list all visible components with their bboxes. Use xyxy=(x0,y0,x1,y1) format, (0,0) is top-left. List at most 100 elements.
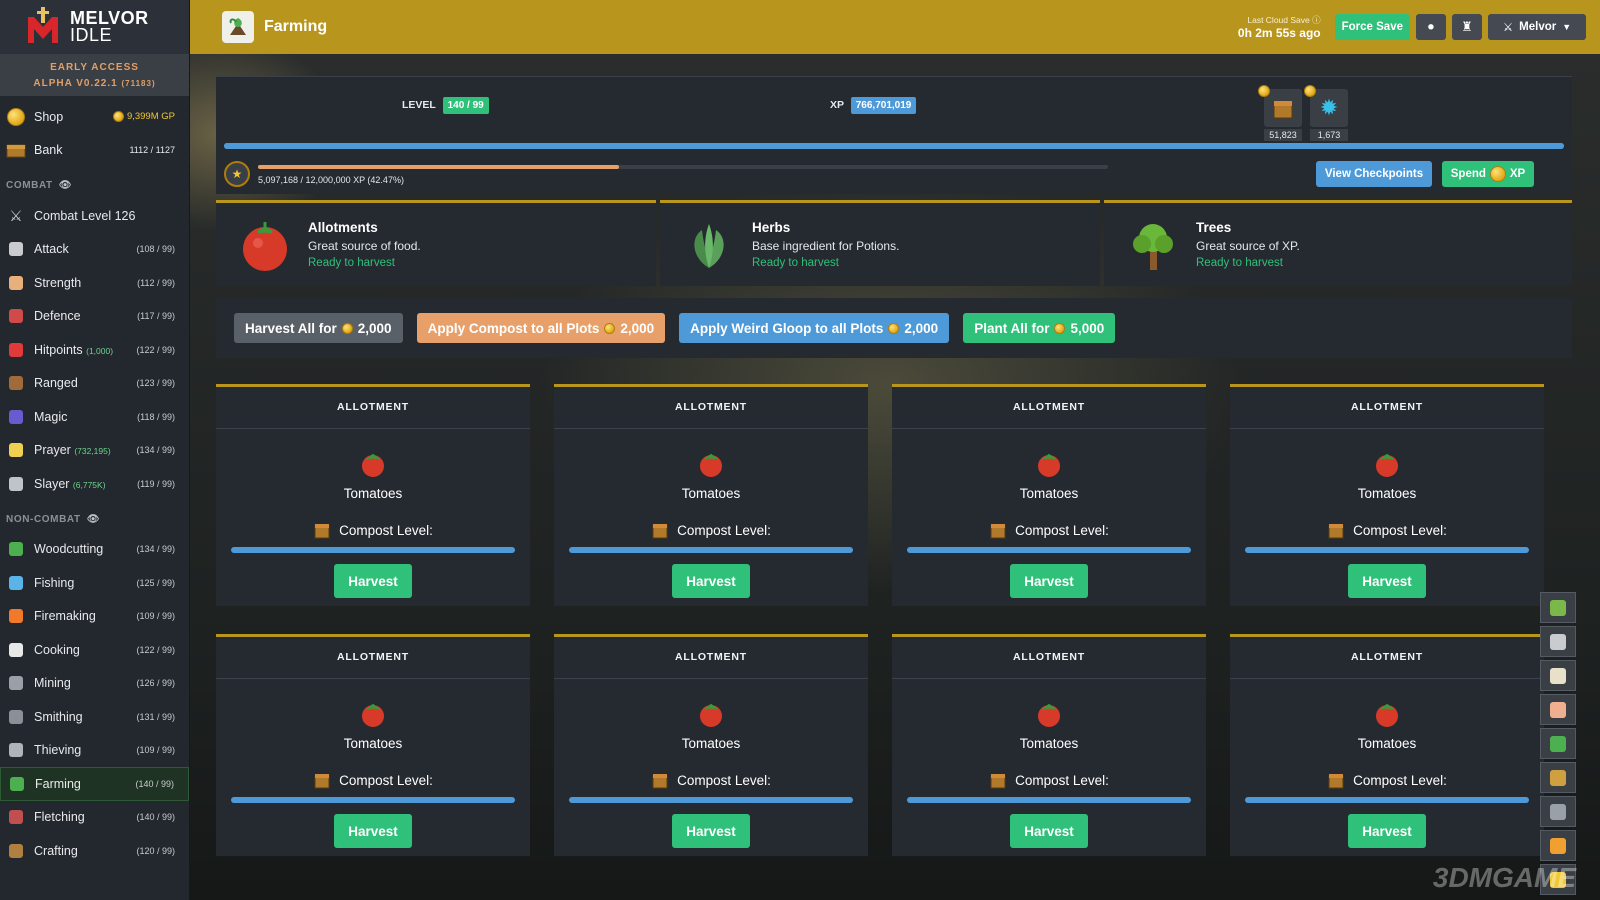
harvest-button[interactable]: Harvest xyxy=(1010,564,1088,598)
sidebar-item-combat-level[interactable]: ⚔ Combat Level 126 xyxy=(0,199,189,233)
dock-cape-button[interactable] xyxy=(1540,728,1576,759)
skill-extra: (1,000) xyxy=(86,345,114,356)
plant-all-button[interactable]: Plant All for 5,000 xyxy=(963,313,1116,343)
sidebar-item-ranged[interactable]: Ranged (123 / 99) xyxy=(0,367,189,401)
spend-xp-button[interactable]: Spend XP xyxy=(1442,161,1534,187)
help-icon[interactable]: ⓘ xyxy=(1312,15,1321,25)
sidebar-item-bank[interactable]: Bank 1112 / 1127 xyxy=(0,134,189,168)
harvest-button[interactable]: Harvest xyxy=(1348,814,1426,848)
sidebar-item-shop[interactable]: Shop 9,399M GP xyxy=(0,100,189,134)
sidebar-item-farming[interactable]: Farming (140 / 99) xyxy=(0,767,189,801)
category-title: Allotments xyxy=(308,220,378,235)
eye-icon[interactable]: 👁 xyxy=(87,514,100,525)
cape-icon xyxy=(1550,735,1566,752)
allotment-plot: ALLOTMENT Tomatoes Compost Level: Harvest xyxy=(892,634,1206,856)
eye-icon[interactable]: 👁 xyxy=(59,180,72,191)
sidebar-item-prayer[interactable]: Prayer (732,195) (134 / 99) xyxy=(0,434,189,468)
sidebar-item-crafting[interactable]: Crafting (120 / 99) xyxy=(0,834,189,868)
harvest-button[interactable]: Harvest xyxy=(334,564,412,598)
noncombat-header-label: NON-COMBAT xyxy=(6,513,81,525)
plot-header: ALLOTMENT xyxy=(554,637,868,679)
coin-icon xyxy=(888,322,900,334)
dock-lantern-button[interactable] xyxy=(1540,762,1576,793)
watermark: 3DMGAME xyxy=(1432,862,1576,893)
castle-icon: ♜ xyxy=(1461,19,1473,34)
sidebar-item-woodcutting[interactable]: Woodcutting (134 / 99) xyxy=(0,533,189,567)
sidebar-item-slayer[interactable]: Slayer (6,775K) (119 / 99) xyxy=(0,467,189,501)
thief-icon xyxy=(6,740,26,760)
category-desc: Base ingredient for Potions. xyxy=(752,239,900,253)
sidebar-item-label: Fishing xyxy=(34,575,75,590)
sidebar-item-attack[interactable]: Attack (108 / 99) xyxy=(0,233,189,267)
dock-medal-button[interactable] xyxy=(1540,830,1576,861)
medal-icon xyxy=(1550,837,1566,854)
arrow-icon xyxy=(6,807,26,827)
dock-scroll-button[interactable] xyxy=(1540,660,1576,691)
sidebar-item-fletching[interactable]: Fletching (140 / 99) xyxy=(0,801,189,835)
sidebar-item-magic[interactable]: Magic (118 / 99) xyxy=(0,400,189,434)
sidebar-item-firemaking[interactable]: Firemaking (109 / 99) xyxy=(0,600,189,634)
sidebar-item-strength[interactable]: Strength (112 / 99) xyxy=(0,266,189,300)
compost-label: Compost Level: xyxy=(339,522,433,538)
sidebar-item-mining[interactable]: Mining (126 / 99) xyxy=(0,667,189,701)
dock-face-button[interactable] xyxy=(1540,694,1576,725)
sidebar-item-defence[interactable]: Defence (117 / 99) xyxy=(0,300,189,334)
harvest-button[interactable]: Harvest xyxy=(672,814,750,848)
tomato-icon xyxy=(362,703,384,727)
category-allotments[interactable]: Allotments Great source of food. Ready t… xyxy=(216,200,656,286)
plot-header: ALLOTMENT xyxy=(892,387,1206,429)
sidebar-item-fishing[interactable]: Fishing (125 / 99) xyxy=(0,566,189,600)
plot-header: ALLOTMENT xyxy=(554,387,868,429)
skill-level: (140 / 99) xyxy=(136,812,175,823)
anvil-icon xyxy=(6,707,26,727)
harvest-button[interactable]: Harvest xyxy=(1010,814,1088,848)
skill-level: (122 / 99) xyxy=(136,344,175,355)
dock-axe-button[interactable] xyxy=(1540,626,1576,657)
category-herbs[interactable]: Herbs Base ingredient for Potions. Ready… xyxy=(660,200,1100,286)
sidebar-item-smithing[interactable]: Smithing (131 / 99) xyxy=(0,700,189,734)
skill-level: (120 / 99) xyxy=(136,845,175,856)
account-name: Melvor xyxy=(1519,21,1557,33)
apply-weird-gloop-all-button[interactable]: Apply Weird Gloop to all Plots 2,000 xyxy=(679,313,950,343)
mastery-pool-item[interactable]: 51,823 xyxy=(1258,85,1302,141)
version-banner: EARLY ACCESS ALPHA V0.22.1 (71183) xyxy=(0,54,189,96)
xp-display: XP 766,701,019 xyxy=(830,97,917,114)
coin-icon xyxy=(341,322,353,334)
sidebar-item-label: Magic xyxy=(34,410,137,424)
harvest-all-button[interactable]: Harvest All for 2,000 xyxy=(234,313,403,343)
view-checkpoints-button[interactable]: View Checkpoints xyxy=(1316,161,1432,187)
compost-label: Compost Level: xyxy=(677,522,771,538)
coin-icon xyxy=(6,107,26,127)
settings-button[interactable]: ♜ xyxy=(1452,14,1482,40)
harvest-button[interactable]: Harvest xyxy=(672,564,750,598)
skill-progress-panel: LEVEL 140 / 99 XP 766,701,019 51,823 ✹ 1… xyxy=(216,76,1572,194)
plot-header: ALLOTMENT xyxy=(1230,637,1544,679)
sidebar-item-label: Ranged xyxy=(34,376,136,390)
skill-level: (108 / 99) xyxy=(136,244,175,255)
sidebar-item-hitpoints[interactable]: Hitpoints (1,000) (122 / 99) xyxy=(0,333,189,367)
notification-button[interactable]: ⚫ xyxy=(1416,14,1446,40)
account-dropdown[interactable]: ⚔ Melvor ▼ xyxy=(1488,14,1586,40)
force-save-button[interactable]: Force Save xyxy=(1334,14,1410,40)
sidebar-item-thieving[interactable]: Thieving (109 / 99) xyxy=(0,734,189,768)
spend-suffix: XP xyxy=(1509,168,1526,180)
herb-icon xyxy=(1550,599,1566,616)
category-status: Ready to harvest xyxy=(308,257,395,269)
compost-progress-bar xyxy=(1245,797,1529,803)
sidebar-item-label: Smithing xyxy=(34,709,83,724)
noncombat-header: NON-COMBAT 👁 xyxy=(0,501,189,533)
skill-name: Ranged xyxy=(34,376,78,391)
harvest-button[interactable]: Harvest xyxy=(334,814,412,848)
xp-progress-bar xyxy=(224,143,1564,149)
dock-wolf-button[interactable] xyxy=(1540,796,1576,827)
mastery-pool-item[interactable]: ✹ 1,673 xyxy=(1304,85,1348,141)
apply-compost-all-button[interactable]: Apply Compost to all Plots 2,000 xyxy=(416,313,666,343)
fist-icon xyxy=(6,273,26,293)
skill-level: (109 / 99) xyxy=(136,611,175,622)
dock-herb-button[interactable] xyxy=(1540,592,1576,623)
sidebar-item-cooking[interactable]: Cooking (122 / 99) xyxy=(0,633,189,667)
sidebar-item-label: Attack xyxy=(34,242,136,256)
harvest-button[interactable]: Harvest xyxy=(1348,564,1426,598)
compost-bucket-icon xyxy=(990,774,1006,789)
category-trees[interactable]: Trees Great source of XP. Ready to harve… xyxy=(1104,200,1572,286)
